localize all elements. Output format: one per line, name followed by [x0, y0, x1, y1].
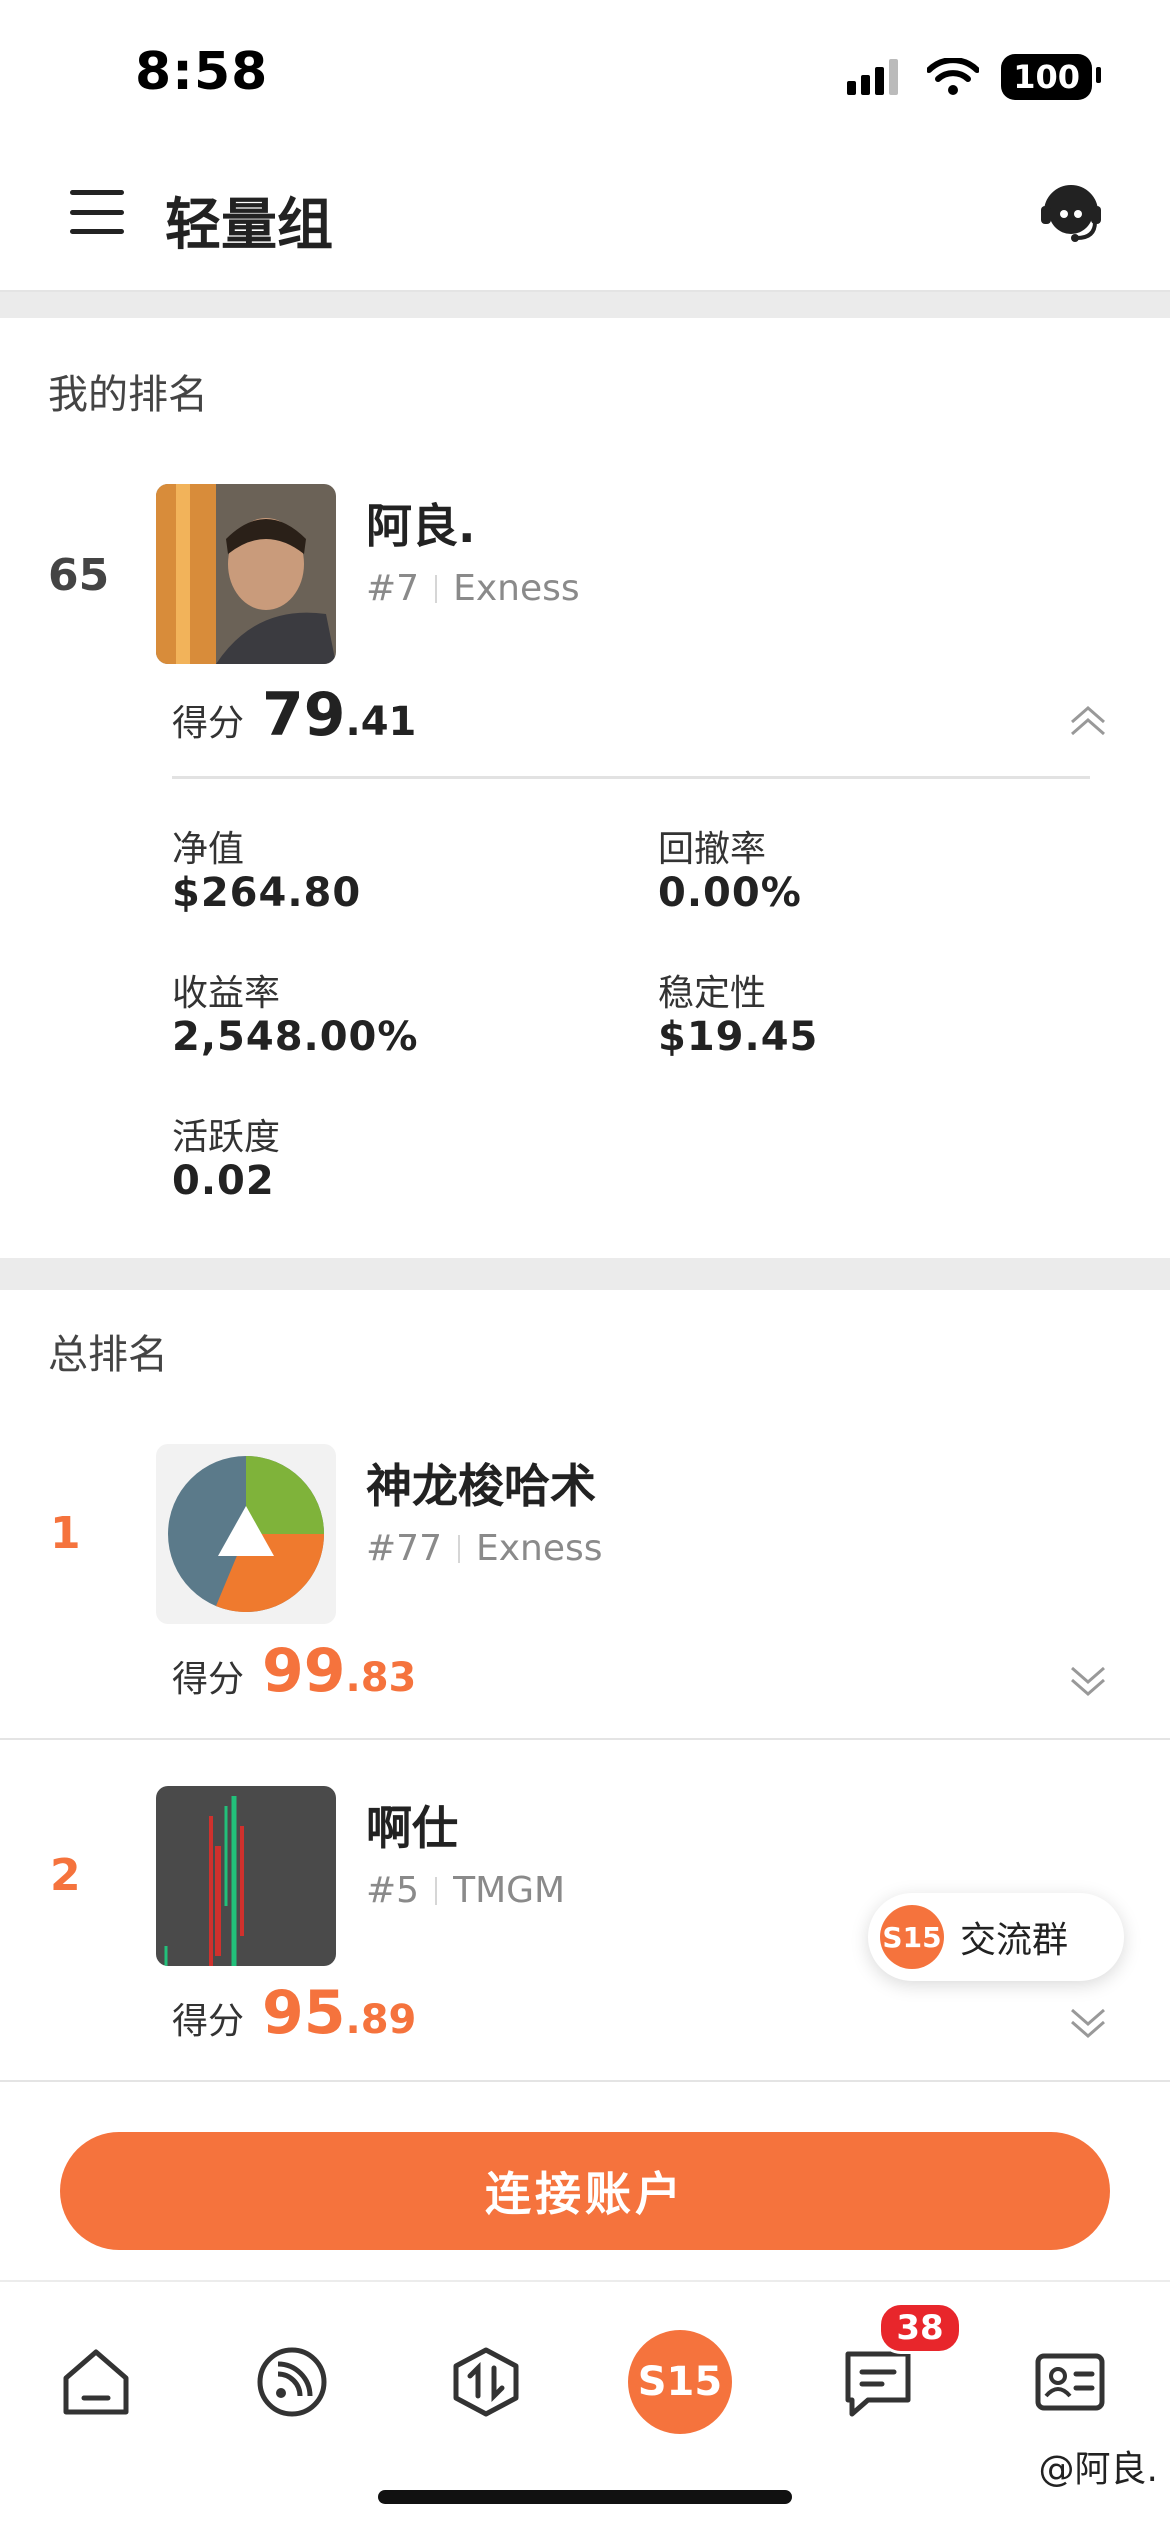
- tab-feed[interactable]: [232, 2322, 352, 2442]
- chat-group-label: 交流群: [960, 1920, 1069, 1961]
- meta-separator: [435, 574, 438, 603]
- connect-account-button[interactable]: 连接账户: [60, 2132, 1110, 2250]
- user-name: 啊仕: [366, 1801, 458, 1855]
- overall-rank-heading: 总排名: [48, 1332, 168, 1378]
- my-rank-number: 65: [48, 550, 110, 601]
- row-divider: [0, 1738, 1170, 1740]
- return-value: 2,548.00%: [172, 1014, 419, 1060]
- score-decimal: .83: [345, 1655, 417, 1701]
- my-rank-heading: 我的排名: [48, 372, 208, 418]
- stability-label: 稳定性: [658, 973, 767, 1014]
- equity-value: $264.80: [172, 870, 362, 916]
- my-name: 阿良.: [366, 499, 476, 553]
- broker-name: TMGM: [453, 1870, 566, 1911]
- tab-home[interactable]: [36, 2322, 156, 2442]
- user-name: 神龙梭哈术: [366, 1459, 596, 1513]
- my-account-meta: #7 Exness: [366, 568, 580, 609]
- s15-logo-icon: S15: [628, 2330, 732, 2434]
- status-time: 8:58: [135, 42, 269, 102]
- my-account-id: #7: [366, 568, 420, 609]
- home-icon: [63, 2349, 129, 2415]
- customer-support-icon[interactable]: [1037, 178, 1105, 246]
- user-score: 得分 99 .83: [172, 1636, 416, 1706]
- account-id: #77: [366, 1528, 442, 1569]
- divider: [172, 776, 1090, 779]
- score-decimal: .89: [345, 1997, 417, 2043]
- app-header: 轻量组: [0, 140, 1170, 292]
- chevron-up-icon[interactable]: [1068, 702, 1108, 742]
- account-meta: #5 TMGM: [366, 1870, 565, 1911]
- id-card-icon: [1035, 2353, 1105, 2411]
- tab-s15[interactable]: S15: [620, 2322, 740, 2442]
- battery-indicator: 100: [1001, 54, 1101, 100]
- home-indicator: [378, 2490, 792, 2504]
- stability-value: $19.45: [658, 1014, 819, 1060]
- menu-icon[interactable]: [70, 190, 124, 234]
- equity-label: 净值: [172, 829, 245, 870]
- my-avatar[interactable]: [156, 484, 336, 664]
- activity-value: 0.02: [172, 1158, 275, 1204]
- score-label: 得分: [172, 703, 245, 744]
- message-icon: [845, 2351, 911, 2417]
- chevron-down-icon[interactable]: [1068, 2002, 1108, 2042]
- status-icons: 100: [847, 52, 1101, 102]
- score-integer: 95: [262, 1978, 346, 2048]
- rss-feed-icon: [257, 2347, 327, 2417]
- score-integer: 79: [262, 680, 346, 750]
- score-label: 得分: [172, 1659, 245, 1700]
- user-score: 得分 95 .89: [172, 1978, 416, 2048]
- section-gap: [0, 1258, 1170, 1290]
- score-label: 得分: [172, 2001, 245, 2042]
- broker-name: Exness: [475, 1528, 603, 1569]
- my-broker: Exness: [453, 568, 580, 609]
- user-avatar[interactable]: [156, 1444, 336, 1624]
- signal-icon: [847, 59, 899, 95]
- tab-trade[interactable]: [426, 2322, 546, 2442]
- drawdown-label: 回撤率: [658, 829, 767, 870]
- activity-label: 活跃度: [172, 1117, 281, 1158]
- tab-profile[interactable]: [1010, 2322, 1130, 2442]
- message-count-badge: 38: [878, 2302, 962, 2354]
- watermark: @阿良.: [1038, 2449, 1158, 2490]
- chat-group-button[interactable]: S15 交流群: [868, 1893, 1124, 1981]
- drawdown-value: 0.00%: [658, 870, 802, 916]
- page-title: 轻量组: [165, 193, 333, 258]
- wifi-icon: [927, 58, 980, 95]
- row-divider: [0, 2080, 1170, 2082]
- account-id: #5: [366, 1870, 420, 1911]
- meta-separator: [435, 1876, 438, 1905]
- user-avatar[interactable]: [156, 1786, 336, 1966]
- chevron-down-icon[interactable]: [1068, 1660, 1108, 1700]
- meta-separator: [457, 1534, 460, 1563]
- rank-number: 1: [50, 1508, 81, 1559]
- score-integer: 99: [262, 1636, 346, 1706]
- section-gap: [0, 292, 1170, 318]
- score-decimal: .41: [345, 699, 417, 745]
- trade-arrows-icon: [453, 2347, 519, 2417]
- my-score: 得分 79 .41: [172, 680, 416, 750]
- s15-logo-icon: S15: [880, 1905, 944, 1969]
- account-meta: #77 Exness: [366, 1528, 603, 1569]
- rank-number: 2: [50, 1850, 81, 1901]
- return-label: 收益率: [172, 973, 281, 1014]
